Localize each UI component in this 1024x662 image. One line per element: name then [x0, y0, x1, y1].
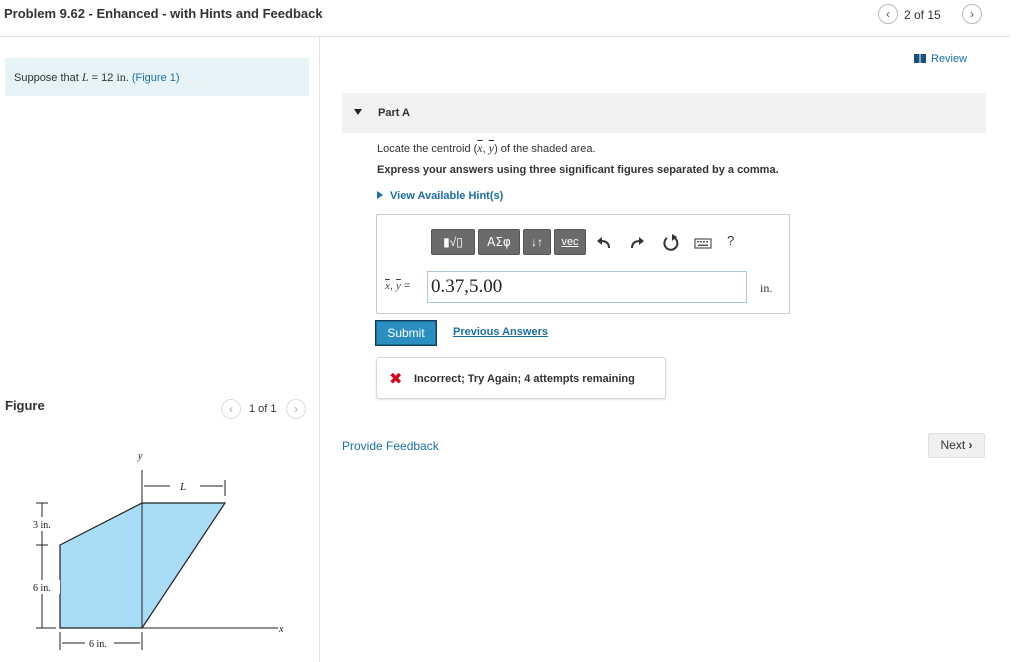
next-label: Next [940, 438, 966, 452]
review-label: Review [931, 53, 968, 65]
arrows-button[interactable]: ↓↑ [523, 229, 551, 255]
figure-heading: Figure [5, 398, 45, 413]
feedback-text: Incorrect; Try Again; 4 attempts remaini… [414, 373, 635, 385]
answer-label-eq: = [403, 280, 411, 292]
x-axis-label: x [278, 624, 284, 635]
greek-symbols-button[interactable]: ΑΣφ [478, 229, 520, 255]
statement-variable: L [81, 70, 89, 84]
next-problem-button[interactable]: › [962, 4, 982, 24]
keyboard-icon[interactable] [693, 233, 713, 253]
expand-triangle-icon [377, 191, 383, 199]
express-instruction: Express your answers using three signifi… [377, 164, 779, 176]
figure-prev-button[interactable]: ‹ [221, 399, 241, 419]
statement-unit: in. [116, 70, 129, 84]
instruction-comma: , [482, 143, 486, 155]
answer-label: x, y = [385, 280, 410, 292]
previous-answers-link[interactable]: Previous Answers [453, 326, 548, 338]
figure-counter: 1 of 1 [249, 403, 277, 415]
book-icon [914, 54, 926, 63]
answer-unit: in. [760, 281, 773, 295]
problem-title: Problem 9.62 - Enhanced - with Hints and… [4, 6, 323, 21]
chevron-right-icon: › [968, 438, 973, 452]
instruction-prefix: Locate the centroid ( [377, 143, 478, 155]
answer-label-ybar: y [396, 280, 401, 292]
next-button[interactable]: Next › [928, 433, 985, 458]
reset-icon[interactable] [661, 233, 681, 253]
problem-statement: Suppose that L = 12 in. (Figure 1) [5, 58, 309, 96]
header-divider [0, 36, 1010, 37]
dim-3in-label: 3 in. [33, 520, 51, 531]
vector-button[interactable]: vec [554, 229, 586, 255]
instruction-suffix: ) of the shaded area. [494, 143, 596, 155]
panel-divider [319, 37, 320, 662]
answer-label-sep: , [389, 280, 393, 292]
problem-counter: 2 of 15 [904, 8, 941, 22]
redo-icon[interactable] [627, 233, 647, 253]
figure-link[interactable]: (Figure 1) [132, 72, 180, 84]
view-hints-link[interactable]: View Available Hint(s) [377, 190, 503, 202]
undo-icon[interactable] [594, 233, 614, 253]
hint-link-label: View Available Hint(s) [390, 190, 504, 202]
collapse-triangle-icon[interactable] [354, 109, 362, 115]
centroid-figure: y x L 3 in. 6 in. 6 in. [30, 451, 284, 650]
incorrect-x-icon: ✖ [389, 371, 403, 388]
previous-problem-button[interactable]: ‹ [878, 4, 898, 24]
feedback-box: ✖ Incorrect; Try Again; 4 attempts remai… [376, 357, 666, 399]
statement-equals: = 12 [91, 72, 114, 84]
help-button[interactable]: ? [727, 233, 734, 248]
header: Problem 9.62 - Enhanced - with Hints and… [0, 0, 1024, 34]
dim-l-label: L [179, 481, 186, 493]
answer-input[interactable]: 0.37,5.00 [427, 271, 747, 303]
part-title: Part A [378, 107, 410, 119]
submit-button[interactable]: Submit [375, 320, 437, 346]
answer-box: ▮√▯ ΑΣφ ↓↑ vec ? x, y = 0.37,5.00 in. [376, 214, 790, 314]
dim-6in-vertical-label: 6 in. [33, 583, 51, 594]
dim-6in-horizontal-label: 6 in. [89, 639, 107, 650]
figure-next-button[interactable]: › [286, 399, 306, 419]
part-a-header[interactable]: Part A [342, 93, 986, 133]
instruction-text: Locate the centroid (x, y) of the shaded… [377, 141, 596, 156]
review-link[interactable]: Review [914, 53, 967, 65]
y-axis-label: y [137, 451, 143, 462]
provide-feedback-link[interactable]: Provide Feedback [342, 439, 439, 453]
templates-button[interactable]: ▮√▯ [431, 229, 475, 255]
statement-prefix: Suppose that [14, 72, 79, 84]
